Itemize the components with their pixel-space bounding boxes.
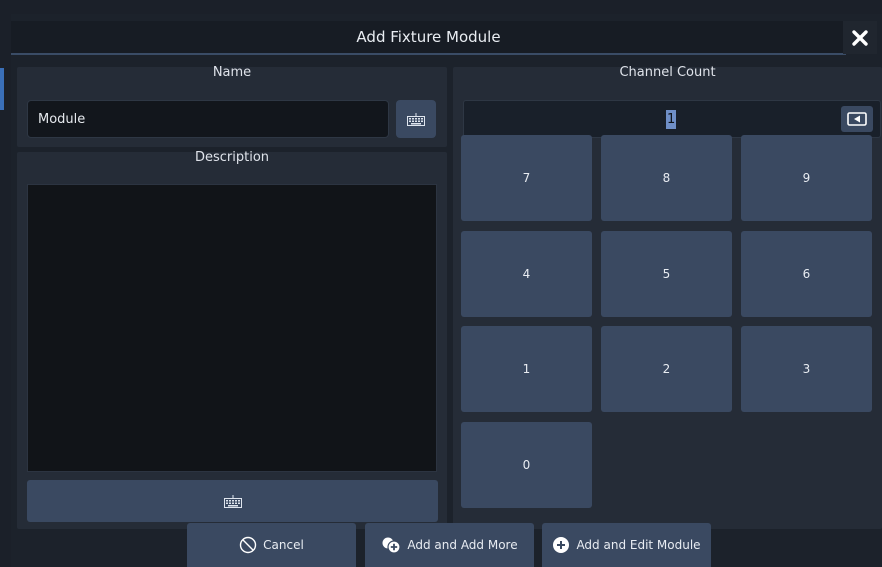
keypad-key-7[interactable]: 7 [461, 135, 592, 221]
add-more-label: Add and Add More [407, 538, 518, 552]
key-label: 2 [662, 362, 671, 376]
name-label: Name [212, 65, 252, 80]
channel-count-value: 1 [666, 110, 677, 129]
dialog-title: Add Fixture Module [356, 28, 501, 46]
name-input-value: Module [38, 111, 86, 127]
key-label: 9 [802, 171, 811, 185]
add-and-edit-module-button[interactable]: Add and Edit Module [542, 523, 711, 567]
keypad-key-3[interactable]: 3 [741, 326, 872, 412]
description-label: Description [194, 150, 270, 165]
keyboard-icon [407, 112, 425, 126]
key-label: 5 [662, 267, 671, 281]
window-edge-accent [0, 68, 4, 110]
cancel-button[interactable]: Cancel [187, 523, 356, 567]
dialog-titlebar: Add Fixture Module [11, 21, 846, 55]
name-input[interactable]: Module [27, 100, 389, 138]
cancel-label: Cancel [263, 538, 304, 552]
cancel-icon [239, 536, 257, 554]
key-label: 6 [802, 267, 811, 281]
add-edit-label: Add and Edit Module [576, 538, 701, 552]
keypad-key-9[interactable]: 9 [741, 135, 872, 221]
key-label: 4 [522, 267, 531, 281]
key-label: 7 [522, 171, 531, 185]
key-label: 0 [522, 458, 531, 472]
key-label: 8 [662, 171, 671, 185]
keypad-key-5[interactable]: 5 [601, 231, 732, 317]
description-textarea[interactable] [27, 184, 437, 472]
backspace-icon [847, 112, 867, 126]
backspace-button[interactable] [841, 106, 873, 132]
add-circle-icon [553, 537, 570, 553]
keyboard-icon [223, 494, 242, 508]
keypad-key-0[interactable]: 0 [461, 422, 592, 508]
close-button[interactable] [843, 21, 877, 54]
key-label: 3 [802, 362, 811, 376]
keypad-key-8[interactable]: 8 [601, 135, 732, 221]
keypad-key-4[interactable]: 4 [461, 231, 592, 317]
add-and-add-more-button[interactable]: Add and Add More [365, 523, 534, 567]
name-keyboard-button[interactable] [396, 100, 436, 138]
key-label: 1 [522, 362, 531, 376]
keypad-key-2[interactable]: 2 [601, 326, 732, 412]
description-keyboard-button[interactable] [27, 480, 438, 522]
channel-count-label: Channel Count [619, 65, 716, 80]
add-fixture-module-dialog: Add Fixture Module Name Module Descripti… [11, 14, 882, 567]
keypad-key-1[interactable]: 1 [461, 326, 592, 412]
channel-count-input[interactable]: 1 [463, 100, 881, 138]
keypad-key-6[interactable]: 6 [741, 231, 872, 317]
add-multiple-icon [382, 537, 401, 554]
close-icon [852, 29, 868, 46]
